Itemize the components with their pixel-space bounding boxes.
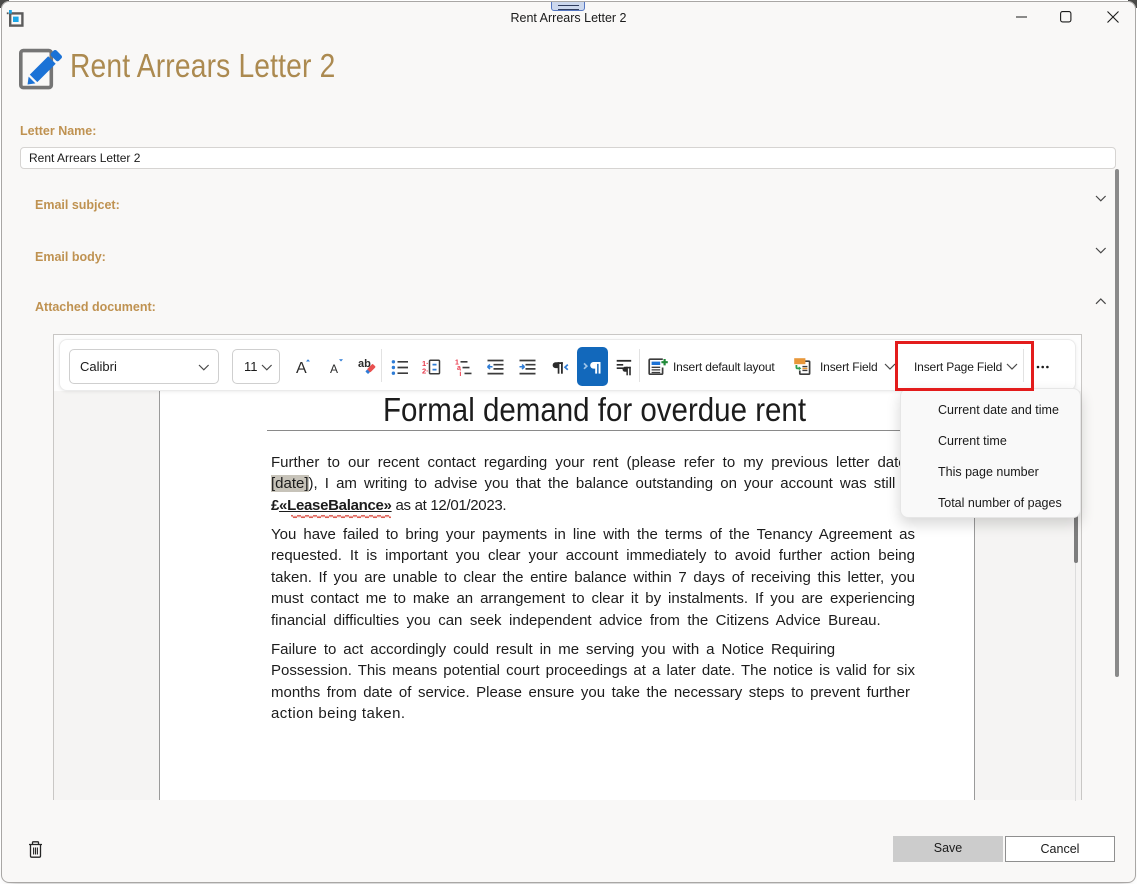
svg-text:A: A: [296, 360, 307, 376]
svg-text:A: A: [330, 362, 338, 376]
svg-text:i: i: [459, 371, 461, 376]
svg-text:2·: 2·: [422, 367, 429, 376]
